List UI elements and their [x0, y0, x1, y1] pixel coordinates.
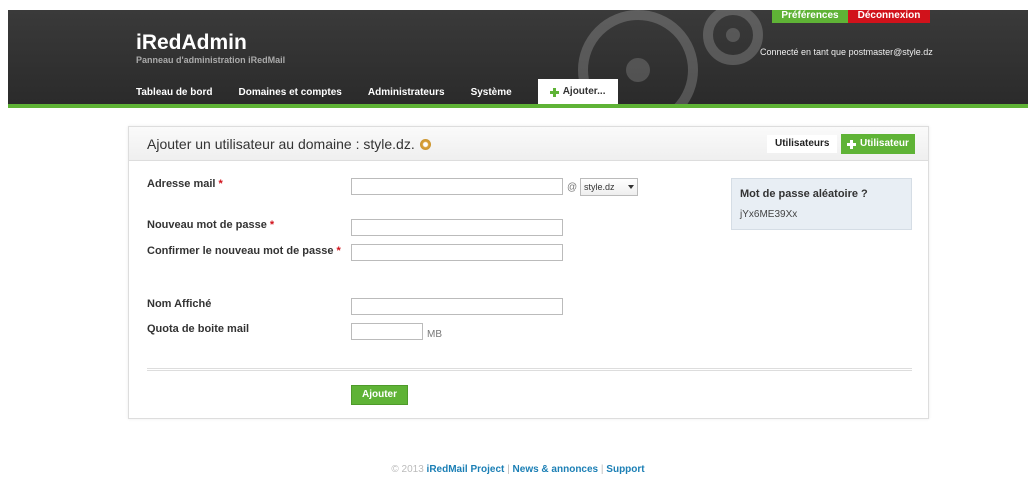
top-actions: Préférences Déconnexion	[772, 10, 930, 23]
email-label: Adresse mail *	[147, 178, 223, 190]
confirm-label-text: Confirmer le nouveau mot de passe	[147, 245, 334, 257]
quota-unit: MB	[427, 329, 442, 340]
display-name-label: Nom Affiché	[147, 298, 212, 310]
random-password-value: jYx6ME39Xx	[740, 209, 798, 220]
main-nav: Tableau de bord Domaines et comptes Admi…	[136, 79, 618, 105]
quota-label: Quota de boite mail	[147, 323, 250, 335]
app-header: iRedAdmin Panneau d'administration iRedM…	[8, 10, 1028, 108]
random-password-box: Mot de passe aléatoire ? jYx6ME39Xx	[731, 178, 912, 230]
domain-select-value: style.dz	[584, 182, 615, 192]
preferences-button[interactable]: Préférences	[772, 10, 848, 23]
app-title: iRedAdmin	[136, 31, 247, 54]
divider	[147, 368, 912, 371]
footer: © 2013 iRedMail Project | News & annonce…	[0, 464, 1036, 475]
add-user-submit-button[interactable]: Ajouter	[351, 385, 408, 405]
footer-project-link[interactable]: iRedMail Project	[427, 464, 505, 475]
plus-icon	[549, 87, 559, 97]
password-label-text: Nouveau mot de passe	[147, 219, 267, 231]
email-label-text: Adresse mail	[147, 178, 216, 190]
panel-title: Ajouter un utilisateur au domaine : styl…	[147, 136, 431, 152]
quota-field[interactable]	[351, 323, 423, 340]
confirm-password-label: Confirmer le nouveau mot de passe *	[147, 244, 352, 258]
nav-add-button[interactable]: Ajouter...	[537, 79, 618, 105]
footer-separator: |	[600, 464, 604, 475]
password-label: Nouveau mot de passe *	[147, 219, 274, 231]
settings-cog-icon[interactable]	[419, 138, 431, 150]
domain-select[interactable]: style.dz	[580, 178, 638, 196]
random-password-title: Mot de passe aléatoire ?	[740, 188, 868, 200]
nav-system[interactable]: Système	[471, 87, 512, 98]
logged-in-status: Connecté en tant que postmaster@style.dz	[760, 47, 933, 57]
email-field[interactable]	[351, 178, 563, 195]
required-mark: *	[218, 178, 223, 190]
panel-header: Ajouter un utilisateur au domaine : styl…	[129, 127, 928, 161]
required-mark: *	[269, 219, 275, 231]
add-user-panel: Ajouter un utilisateur au domaine : styl…	[128, 126, 929, 419]
logout-button[interactable]: Déconnexion	[848, 10, 930, 23]
tab-add-user[interactable]: Utilisateur	[841, 134, 915, 154]
nav-administrators[interactable]: Administrateurs	[368, 87, 445, 98]
display-name-field[interactable]	[351, 298, 563, 315]
footer-news-link[interactable]: News & annonces	[513, 464, 599, 475]
confirm-password-field[interactable]	[351, 244, 563, 261]
footer-separator: |	[507, 464, 510, 475]
nav-add-label: Ajouter...	[562, 86, 606, 97]
tab-add-user-label: Utilisateur	[860, 138, 909, 149]
plus-icon	[847, 139, 856, 149]
tab-users[interactable]: Utilisateurs	[767, 135, 838, 153]
password-field[interactable]	[351, 219, 563, 236]
chevron-down-icon	[628, 185, 634, 189]
nav-dashboard[interactable]: Tableau de bord	[136, 87, 213, 98]
at-sign: @	[567, 182, 578, 193]
required-mark: *	[336, 245, 341, 257]
panel-title-text: Ajouter un utilisateur au domaine : styl…	[147, 136, 415, 152]
app-subtitle: Panneau d'administration iRedMail	[136, 55, 286, 65]
nav-domains-accounts[interactable]: Domaines et comptes	[239, 87, 342, 98]
footer-copyright: © 2013	[391, 464, 424, 475]
brand: iRedAdmin Panneau d'administration iRedM…	[136, 31, 286, 66]
footer-support-link[interactable]: Support	[606, 464, 644, 475]
